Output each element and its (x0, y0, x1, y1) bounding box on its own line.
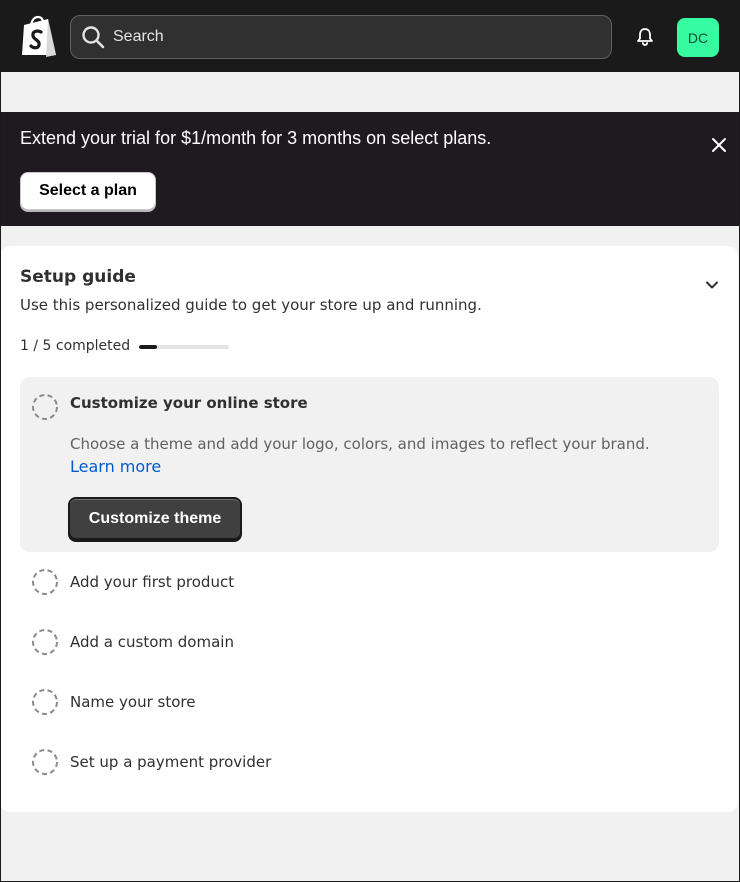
task-add-product[interactable]: Add your first product (70, 573, 234, 591)
dashed-circle-icon[interactable] (31, 688, 59, 716)
trial-banner-message: Extend your trial for $1/month for 3 mon… (20, 128, 492, 148)
avatar-initials: DC (687, 29, 709, 46)
dashed-circle-icon[interactable] (31, 393, 59, 421)
customize-theme-button[interactable]: Customize theme (68, 497, 242, 540)
shopify-logo-icon[interactable] (20, 15, 60, 59)
progress-bar-fill (139, 345, 157, 349)
search-bar[interactable]: Search (70, 15, 612, 59)
setup-guide-subtitle: Use this personalized guide to get your … (20, 296, 482, 314)
search-icon (81, 25, 105, 49)
select-plan-button[interactable]: Select a plan (20, 172, 156, 210)
task-label[interactable]: Customize your online store (70, 394, 308, 412)
dashed-circle-icon[interactable] (31, 748, 59, 776)
task-payment-provider[interactable]: Set up a payment provider (70, 753, 271, 771)
progress-text: 1 / 5 completed (20, 338, 131, 354)
progress-bar (139, 345, 229, 349)
avatar[interactable]: DC (677, 18, 719, 57)
setup-guide-title: Setup guide (20, 267, 136, 287)
chevron-down-icon[interactable] (703, 276, 721, 294)
dashed-circle-icon[interactable] (31, 568, 59, 596)
search-placeholder: Search (113, 28, 164, 45)
task-description: Choose a theme and add your logo, colors… (70, 435, 650, 453)
top-bar: Search DC (0, 0, 740, 72)
notification-bell-icon[interactable] (632, 24, 658, 50)
learn-more-link[interactable]: Learn more (70, 457, 161, 476)
dashed-circle-icon[interactable] (31, 628, 59, 656)
close-icon[interactable] (710, 136, 728, 154)
task-custom-domain[interactable]: Add a custom domain (70, 633, 234, 651)
task-name-store[interactable]: Name your store (70, 693, 195, 711)
